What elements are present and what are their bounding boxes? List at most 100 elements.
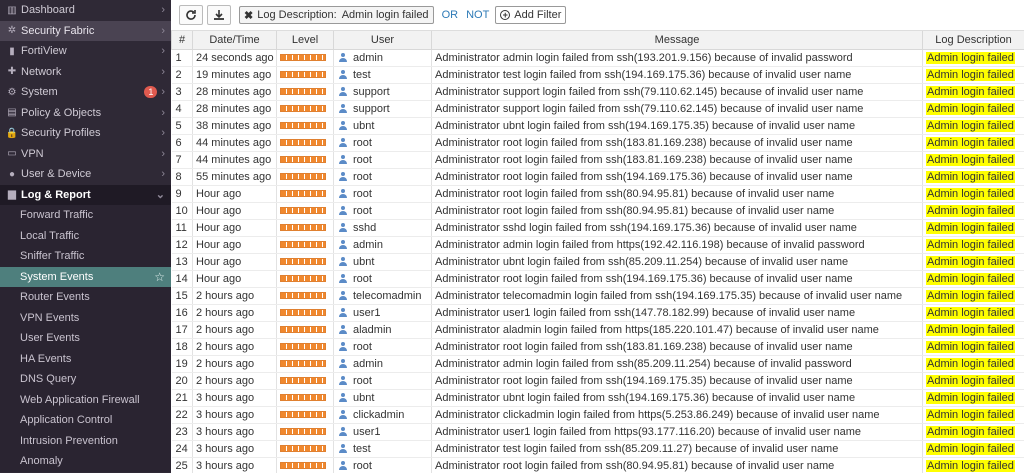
- row-log-description: Admin login failed: [922, 66, 1024, 84]
- not-button[interactable]: NOT: [466, 9, 489, 21]
- level-bar: [280, 105, 326, 113]
- row-level: [276, 457, 334, 473]
- sidebar-item-label: Policy & Objects: [21, 106, 102, 119]
- table-row[interactable]: 22 3 hours ago clickadmin Administrator cli…: [171, 406, 1024, 424]
- table-row[interactable]: 14 Hour ago root Administrator root login f…: [171, 270, 1024, 288]
- level-bar: [280, 224, 326, 232]
- sidebar-subitem-local-traffic[interactable]: Local Traffic: [0, 225, 171, 246]
- sidebar-item-dashboard[interactable]: ▥ Dashboard ›: [0, 0, 171, 21]
- table-row[interactable]: 9 Hour ago root Administrator root login fa…: [171, 185, 1024, 203]
- row-log-description: Admin login failed: [922, 185, 1024, 203]
- level-bar: [280, 275, 326, 283]
- row-datetime: 3 hours ago: [192, 406, 277, 424]
- table-row[interactable]: 17 2 hours ago aladmin Administrator aladmi…: [171, 321, 1024, 339]
- sidebar-subitem-label: Intrusion Prevention: [20, 434, 118, 447]
- user-name: ubnt: [353, 119, 375, 132]
- row-message: Administrator clickadmin login failed fr…: [431, 406, 923, 424]
- user-icon: [339, 138, 347, 148]
- highlighted-log-description: Admin login failed: [926, 187, 1015, 200]
- chevron-right-icon: ›: [161, 4, 165, 17]
- add-filter-button[interactable]: + Add Filter: [495, 6, 567, 24]
- table-row[interactable]: 3 28 minutes ago support Administrator supp…: [171, 83, 1024, 101]
- table-row[interactable]: 1 24 seconds ago admin Administrator admin …: [171, 49, 1024, 67]
- sidebar-item-fortiview[interactable]: ▮ FortiView ›: [0, 41, 171, 62]
- table-row[interactable]: 20 2 hours ago root Administrator root logi…: [171, 372, 1024, 390]
- level-bar: [280, 411, 326, 419]
- table-row[interactable]: 12 Hour ago admin Administrator admin login…: [171, 236, 1024, 254]
- table-row[interactable]: 7 44 minutes ago root Administrator root lo…: [171, 151, 1024, 169]
- sidebar-subitem-sniffer-traffic[interactable]: Sniffer Traffic: [0, 246, 171, 267]
- table-row[interactable]: 19 2 hours ago admin Administrator admin lo…: [171, 355, 1024, 373]
- row-datetime: 19 minutes ago: [192, 66, 277, 84]
- or-button[interactable]: OR: [442, 9, 459, 21]
- row-message: Administrator root login failed from ssh…: [431, 457, 923, 473]
- table-row[interactable]: 21 3 hours ago ubnt Administrator ubnt logi…: [171, 389, 1024, 407]
- user-icon: [339, 206, 347, 216]
- highlighted-log-description: Admin login failed: [926, 136, 1015, 149]
- table-row[interactable]: 11 Hour ago sshd Administrator sshd login f…: [171, 219, 1024, 237]
- star-icon[interactable]: ☆: [154, 270, 165, 284]
- table-row[interactable]: 8 55 minutes ago root Administrator root lo…: [171, 168, 1024, 186]
- table-row[interactable]: 13 Hour ago ubnt Administrator ubnt login f…: [171, 253, 1024, 271]
- sidebar-item-policy-objects[interactable]: ▤ Policy & Objects ›: [0, 103, 171, 124]
- sidebar-subitem-dns-query[interactable]: DNS Query: [0, 369, 171, 390]
- header-level[interactable]: Level: [276, 31, 334, 50]
- table-row[interactable]: 2 19 minutes ago test Administrator test lo…: [171, 66, 1024, 84]
- sidebar-item-vpn[interactable]: ▭ VPN ›: [0, 144, 171, 165]
- sidebar-item-label: FortiView: [21, 45, 67, 58]
- sidebar-subitem-router-events[interactable]: Router Events: [0, 287, 171, 308]
- user-icon: [339, 308, 347, 318]
- table-row[interactable]: 16 2 hours ago user1 Administrator user1 lo…: [171, 304, 1024, 322]
- download-button[interactable]: [207, 5, 231, 25]
- table-row[interactable]: 25 3 hours ago root Administrator root logi…: [171, 457, 1024, 473]
- row-level: [276, 372, 334, 390]
- level-bar: [280, 156, 326, 164]
- user-icon: [339, 53, 347, 63]
- table-row[interactable]: 23 3 hours ago user1 Administrator user1 lo…: [171, 423, 1024, 441]
- table-row[interactable]: 5 38 minutes ago ubnt Administrator ubnt lo…: [171, 117, 1024, 135]
- sidebar-item-security-fabric[interactable]: ✲ Security Fabric ›: [0, 20, 171, 41]
- header-user[interactable]: User: [333, 31, 432, 50]
- table-row[interactable]: 10 Hour ago root Administrator root login f…: [171, 202, 1024, 220]
- sidebar-subitem-application-control[interactable]: Application Control: [0, 410, 171, 431]
- sidebar-subitem-forward-traffic[interactable]: Forward Traffic: [0, 205, 171, 226]
- sidebar-subitem-system-events[interactable]: System Events ☆: [0, 266, 171, 287]
- row-user: sshd: [333, 219, 432, 237]
- table-row[interactable]: 4 28 minutes ago support Administrator supp…: [171, 100, 1024, 118]
- header-log-description[interactable]: Log Description: [922, 31, 1024, 50]
- chevron-right-icon: ›: [161, 127, 165, 140]
- sidebar-item-network[interactable]: ✚ Network ›: [0, 62, 171, 83]
- toolbar: ✖ Log Description: Admin login failed OR…: [171, 0, 1024, 31]
- sidebar-subitem-intrusion-prevention[interactable]: Intrusion Prevention: [0, 430, 171, 451]
- row-message: Administrator admin login failed from ss…: [431, 355, 923, 373]
- sidebar-item-user-device[interactable]: ● User & Device ›: [0, 164, 171, 185]
- header-number[interactable]: #: [171, 31, 193, 50]
- sidebar-item-log-report[interactable]: ▆ Log & Report ⌄: [0, 184, 171, 205]
- table-row[interactable]: 6 44 minutes ago root Administrator root lo…: [171, 134, 1024, 152]
- header-datetime[interactable]: Date/Time: [192, 31, 277, 50]
- refresh-button[interactable]: [179, 5, 203, 25]
- row-user: root: [333, 457, 432, 473]
- user-icon: [339, 359, 347, 369]
- row-number: 10: [171, 202, 193, 220]
- sidebar-subitem-vpn-events[interactable]: VPN Events: [0, 307, 171, 328]
- remove-filter-icon[interactable]: ✖: [244, 9, 253, 22]
- user-icon: [339, 172, 347, 182]
- sidebar-subitem-ha-events[interactable]: HA Events: [0, 348, 171, 369]
- sidebar-item-label: Network: [21, 65, 62, 78]
- sidebar-item-system[interactable]: ⚙ System 1 ›: [0, 82, 171, 103]
- sidebar-subitem-web-application-firewall[interactable]: Web Application Firewall: [0, 389, 171, 410]
- header-message[interactable]: Message: [431, 31, 923, 50]
- row-number: 14: [171, 270, 193, 288]
- row-number: 9: [171, 185, 193, 203]
- table-row[interactable]: 18 2 hours ago root Administrator root logi…: [171, 338, 1024, 356]
- table-row[interactable]: 24 3 hours ago test Administrator test logi…: [171, 440, 1024, 458]
- table-row[interactable]: 15 2 hours ago telecomadmin Administrator t…: [171, 287, 1024, 305]
- row-number: 22: [171, 406, 193, 424]
- row-datetime: 38 minutes ago: [192, 117, 277, 135]
- highlighted-log-description: Admin login failed: [926, 68, 1015, 81]
- sidebar-subitem-anomaly[interactable]: Anomaly: [0, 451, 171, 472]
- sidebar-subitem-user-events[interactable]: User Events: [0, 328, 171, 349]
- sidebar-item-security-profiles[interactable]: 🔒 Security Profiles ›: [0, 123, 171, 144]
- level-bar: [280, 445, 326, 453]
